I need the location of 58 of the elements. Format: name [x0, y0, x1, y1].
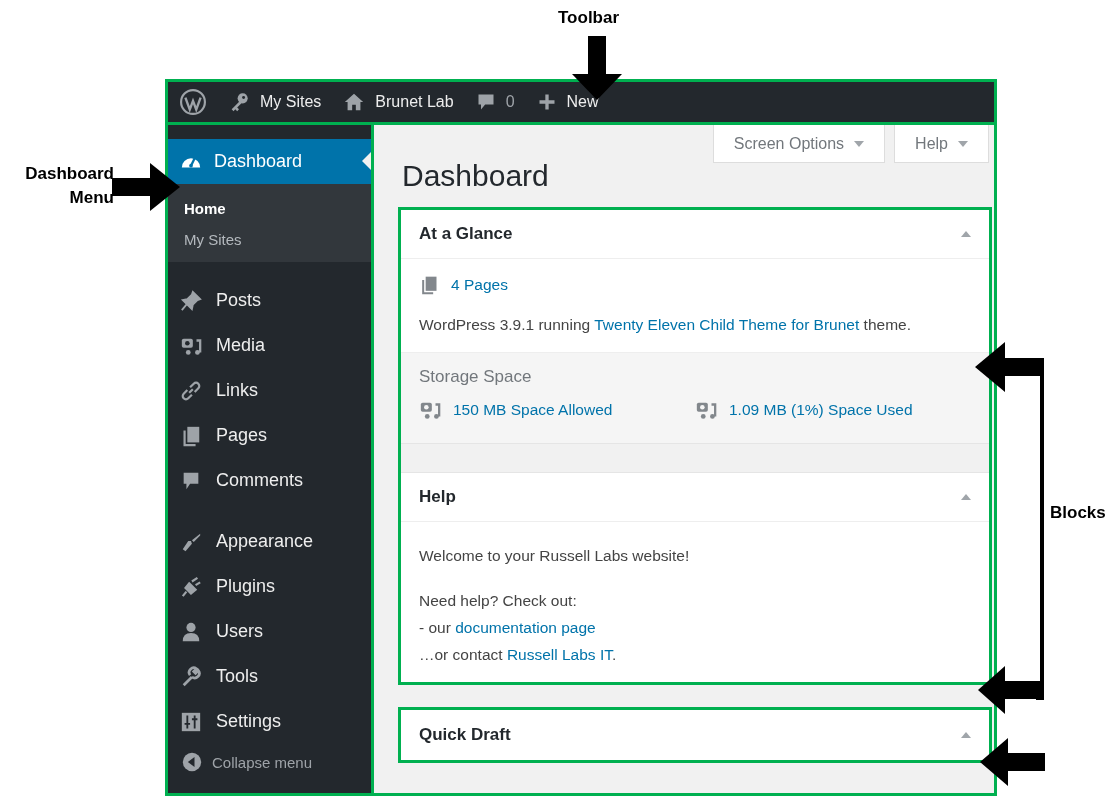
wordpress-logo-icon[interactable]: [180, 89, 206, 115]
house-icon: [343, 91, 366, 113]
toolbar-link[interactable]: New: [536, 92, 599, 112]
theme-link[interactable]: Twenty Eleven Child Theme for Brunet: [594, 316, 860, 333]
wrench-icon: [180, 665, 202, 688]
menu-item-current[interactable]: Dashboard: [168, 139, 371, 184]
help-link[interactable]: Russell Labs IT: [506, 646, 612, 663]
welcome-text: Welcome to your Russell Labs website!: [419, 546, 691, 566]
caret-icon: [958, 140, 968, 147]
toolbar-link[interactable]: My Sites: [228, 91, 322, 113]
pushpin-icon: [180, 289, 202, 312]
menu-item[interactable]: Appearance: [168, 519, 371, 564]
collapse-arrow-icon[interactable]: [961, 231, 971, 237]
menu-item[interactable]: Comments: [168, 458, 371, 503]
menu-item[interactable]: Media: [168, 323, 371, 368]
help-text: …or contact Russell Labs IT.: [419, 645, 618, 665]
menu-item[interactable]: Posts: [168, 278, 371, 323]
widget-title: Help: [419, 487, 456, 507]
widget-title: Quick Draft: [419, 725, 511, 745]
left-arrow: [980, 738, 1045, 786]
plug-icon: [180, 575, 202, 598]
menu-item[interactable]: Settings: [168, 699, 371, 744]
pages-icon: [180, 424, 202, 447]
screen-tab[interactable]: Screen Options: [712, 125, 886, 163]
annotation-label: Blocks: [1050, 503, 1106, 523]
annotation-label: Toolbar: [558, 8, 620, 28]
collapse-arrow-icon[interactable]: [961, 494, 971, 500]
version-text: WordPress 3.9.1 running Twenty Eleven Child Theme for Brunet theme.: [419, 315, 912, 335]
menu-item[interactable]: Tools: [168, 654, 371, 699]
left-arrow-circle-icon: [182, 752, 202, 772]
toolbar-link[interactable]: Brunet Lab: [343, 91, 454, 113]
collapse-arrow-icon[interactable]: [961, 732, 971, 738]
toolbar-link[interactable]: 0: [475, 92, 515, 112]
user-icon: [180, 620, 202, 643]
page-title: Dashboard: [402, 159, 550, 193]
storage-link[interactable]: 150 MB Space Allowed: [419, 399, 695, 421]
help-link[interactable]: documentation page: [455, 619, 596, 636]
annotation-label: Dashboard Menu: [24, 163, 114, 209]
pointer-triangle-icon: [362, 152, 371, 170]
submenu-link[interactable]: Home: [184, 200, 371, 217]
caret-icon: [854, 140, 865, 147]
submenu-link[interactable]: My Sites: [184, 231, 371, 248]
menu-item[interactable]: Links: [168, 368, 371, 413]
collapse-menu-button[interactable]: Collapse menu: [168, 744, 371, 772]
menu-item[interactable]: Users: [168, 609, 371, 654]
help-text: Need help? Check out:: [419, 591, 578, 611]
help-text: - our documentation page: [419, 618, 597, 638]
chain-link-icon: [180, 379, 202, 402]
pages-icon: [419, 275, 439, 295]
menu-item[interactable]: Plugins: [168, 564, 371, 609]
screen-tab[interactable]: Help: [894, 125, 989, 163]
sliders-icon: [180, 710, 202, 733]
menu-item[interactable]: Pages: [168, 413, 371, 458]
storage-link[interactable]: 1.09 MB (1%) Space Used: [695, 399, 971, 421]
right-arrow: [112, 163, 180, 211]
widget-title: At a Glance: [419, 224, 513, 244]
pages-count-link[interactable]: 4 Pages: [419, 275, 971, 295]
storage-title: Storage Space: [419, 367, 533, 387]
